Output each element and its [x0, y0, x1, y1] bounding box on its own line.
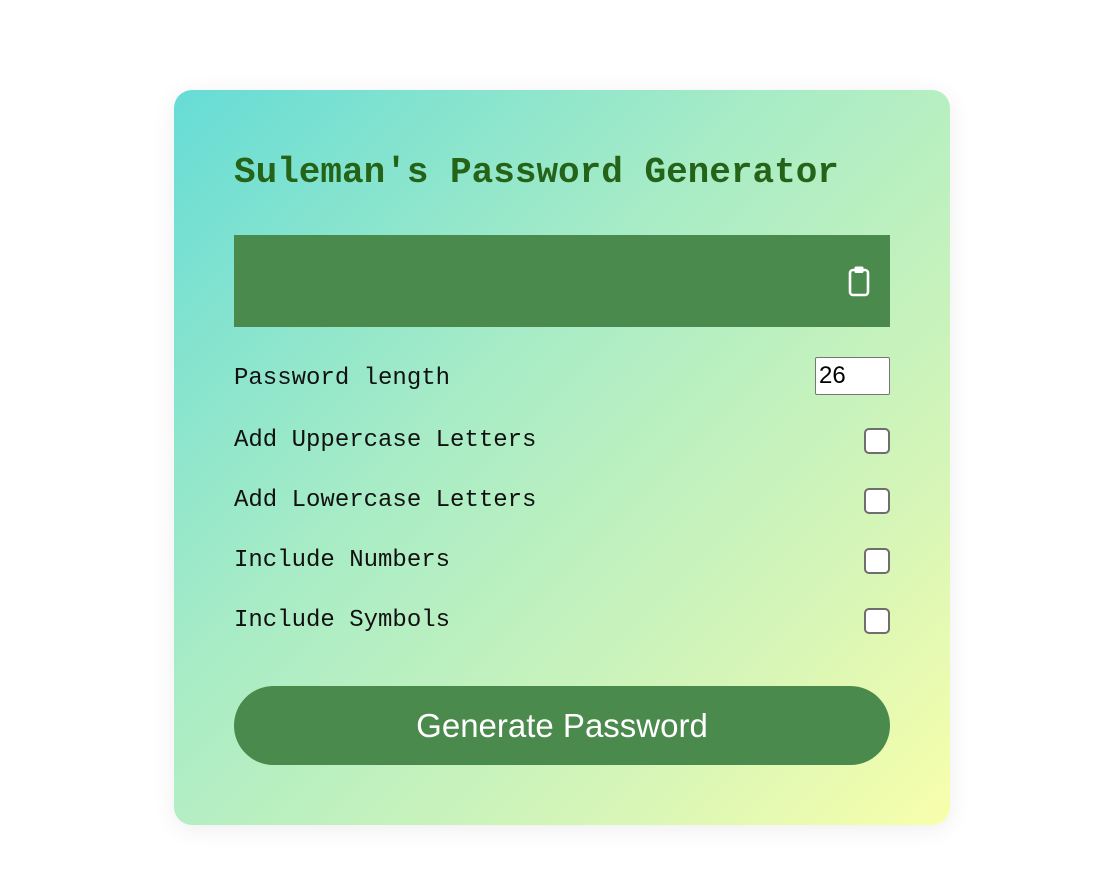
option-uppercase-label: Add Uppercase Letters — [234, 427, 537, 454]
symbols-checkbox[interactable] — [864, 608, 890, 634]
option-uppercase-row: Add Uppercase Letters — [234, 427, 890, 468]
generate-password-button[interactable]: Generate Password — [234, 686, 890, 765]
password-result-box — [234, 235, 890, 327]
password-length-input[interactable] — [815, 357, 890, 395]
uppercase-checkbox[interactable] — [864, 428, 890, 454]
option-numbers-row: Include Numbers — [234, 547, 890, 588]
password-generator-card: Suleman's Password Generator Password le… — [174, 90, 950, 825]
clipboard-icon — [848, 266, 870, 297]
option-symbols-label: Include Symbols — [234, 607, 451, 634]
option-lowercase-row: Add Lowercase Letters — [234, 487, 890, 528]
lowercase-checkbox[interactable] — [864, 488, 890, 514]
option-numbers-label: Include Numbers — [234, 547, 451, 574]
page-title: Suleman's Password Generator — [234, 152, 839, 193]
password-length-label: Password length — [234, 365, 451, 392]
copy-to-clipboard-button[interactable] — [846, 264, 872, 298]
password-length-row: Password length — [234, 357, 890, 397]
numbers-checkbox[interactable] — [864, 548, 890, 574]
option-lowercase-label: Add Lowercase Letters — [234, 487, 537, 514]
option-symbols-row: Include Symbols — [234, 607, 890, 648]
